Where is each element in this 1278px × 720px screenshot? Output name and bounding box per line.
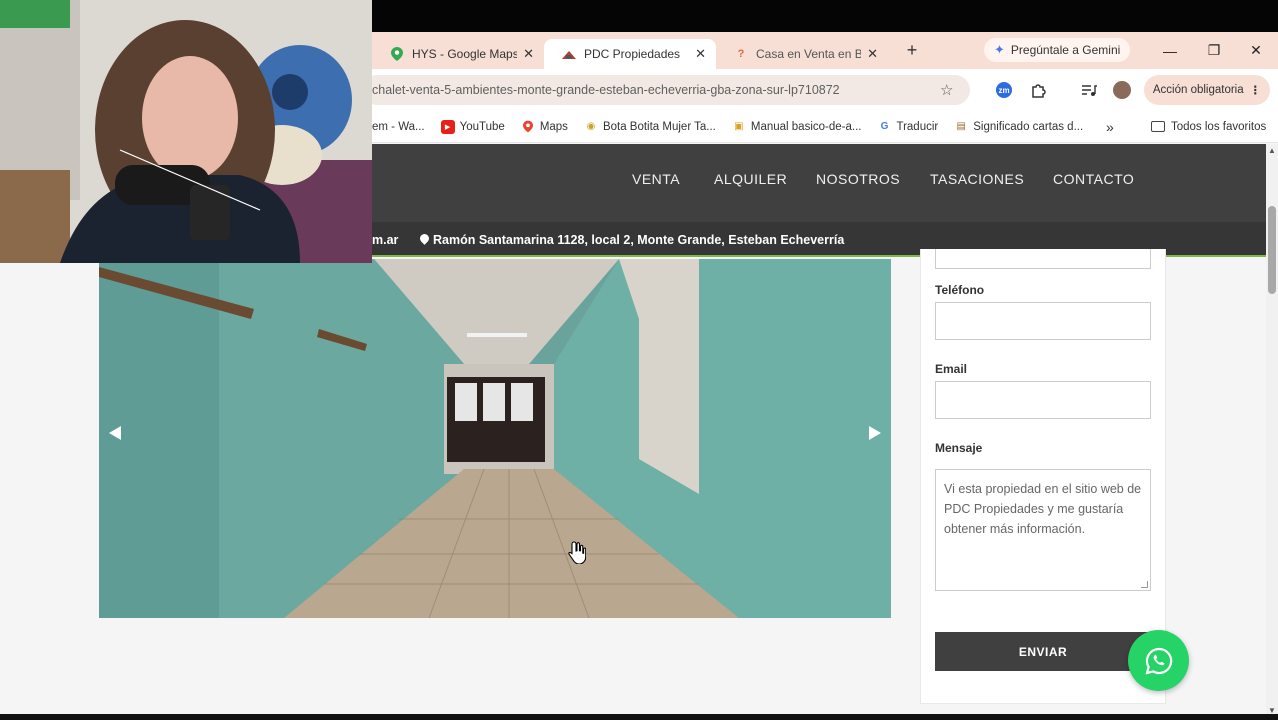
scroll-up-arrow-icon[interactable]: ▲ xyxy=(1268,146,1276,155)
webcam-overlay xyxy=(0,0,372,263)
page-content: Teléfono Email Mensaje Vi esta propiedad… xyxy=(0,249,1266,720)
phone-label: Teléfono xyxy=(935,283,985,297)
profile-avatar[interactable] xyxy=(1113,81,1131,99)
url-text: chalet-venta-5-ambientes-monte-grande-es… xyxy=(372,83,840,97)
slider-next-arrow-icon[interactable] xyxy=(869,426,881,440)
taskbar-strip xyxy=(0,714,1278,720)
tab-pdc-propiedades[interactable]: PDC Propiedades ✕ xyxy=(544,38,716,69)
bookmark-manual[interactable]: ▣ Manual basico-de-a... xyxy=(732,120,861,134)
tab-title: PDC Propiedades xyxy=(584,46,681,61)
name-field[interactable] xyxy=(935,249,1151,269)
pdc-icon xyxy=(562,47,576,61)
email-field[interactable] xyxy=(935,381,1151,419)
zoom-extension-icon[interactable]: zm xyxy=(996,82,1012,98)
google-maps-icon xyxy=(390,46,404,61)
slider-prev-arrow-icon[interactable] xyxy=(109,426,121,440)
gemini-label: Pregúntale a Gemini xyxy=(1010,43,1121,57)
phone-field[interactable] xyxy=(935,302,1151,340)
address-bar[interactable]: chalet-venta-5-ambientes-monte-grande-es… xyxy=(362,75,970,105)
property-photo xyxy=(99,259,891,618)
nav-contacto[interactable]: CONTACTO xyxy=(1053,171,1134,187)
property-photo-slider[interactable] xyxy=(99,259,891,618)
scroll-thumb[interactable] xyxy=(1268,206,1276,294)
bookmark-item[interactable]: em - Wa... xyxy=(372,121,425,133)
resize-handle-icon[interactable] xyxy=(1141,581,1148,588)
close-icon[interactable]: ✕ xyxy=(695,46,706,62)
screen: HYS - Google Maps ✕ PDC Propiedades ✕ ? … xyxy=(0,0,1278,720)
restore-icon[interactable]: ❐ xyxy=(1192,32,1236,69)
kebab-menu-icon: ⋮ xyxy=(1249,85,1262,97)
cards-icon: ▤ xyxy=(956,121,966,132)
bookmarks-bar: em - Wa... ▶ YouTube Maps ◉ Bota Botita Mu… xyxy=(372,111,1278,143)
message-textarea[interactable]: Vi esta propiedad en el sitio web de PDC… xyxy=(935,469,1151,591)
nav-venta[interactable]: VENTA xyxy=(632,171,680,187)
extensions-puzzle-icon[interactable] xyxy=(1028,80,1048,100)
nav-alquiler[interactable]: ALQUILER xyxy=(714,171,787,187)
contact-address: Ramón Santamarina 1128, local 2, Monte G… xyxy=(420,233,844,247)
bookmark-star-icon[interactable]: ☆ xyxy=(940,81,953,99)
window-close-icon[interactable]: ✕ xyxy=(1234,32,1278,69)
message-label: Mensaje xyxy=(935,441,983,455)
page-scrollbar[interactable]: ▲ ▼ xyxy=(1266,144,1278,720)
send-button[interactable]: ENVIAR xyxy=(935,632,1151,671)
nav-tasaciones[interactable]: TASACIONES xyxy=(930,171,1024,187)
youtube-icon: ▶ xyxy=(440,119,455,134)
browser-tab-bar: HYS - Google Maps ✕ PDC Propiedades ✕ ? … xyxy=(372,32,1278,69)
tab-casa-en-venta[interactable]: ? Casa en Venta en Ban ✕ xyxy=(716,39,888,69)
contact-form: Teléfono Email Mensaje Vi esta propiedad… xyxy=(920,249,1166,704)
gemini-sparkle-icon: ✦ xyxy=(994,42,1005,57)
close-icon[interactable]: ✕ xyxy=(867,46,878,62)
email-label: Email xyxy=(935,362,968,376)
media-queue-icon[interactable] xyxy=(1079,80,1099,100)
whatsapp-icon xyxy=(1144,647,1172,675)
bookmark-maps[interactable]: Maps xyxy=(521,120,568,134)
tab-google-maps[interactable]: HYS - Google Maps ✕ xyxy=(372,39,544,69)
bookmark-bota[interactable]: ◉ Bota Botita Mujer Ta... xyxy=(584,120,716,134)
tab-title: HYS - Google Maps xyxy=(412,46,518,61)
question-icon: ? xyxy=(737,47,745,60)
accion-obligatoria-button[interactable]: Acción obligatoria ⋮ xyxy=(1144,75,1270,105)
document-icon: ▣ xyxy=(734,121,744,132)
all-bookmarks-folder[interactable]: Todos los favoritos xyxy=(1151,121,1266,133)
map-marker-icon xyxy=(420,234,429,246)
accion-label: Acción obligatoria xyxy=(1152,84,1244,96)
bookmark-significado[interactable]: ▤ Significado cartas d... xyxy=(954,120,1083,134)
nav-nosotros[interactable]: NOSOTROS xyxy=(816,171,900,187)
bookmark-youtube[interactable]: ▶ YouTube xyxy=(440,119,505,134)
maps-pin-icon xyxy=(521,120,535,134)
whatsapp-button[interactable] xyxy=(1128,630,1189,691)
bookmark-traducir[interactable]: G Traducir xyxy=(877,120,939,134)
contact-email[interactable]: m.ar xyxy=(372,233,398,247)
webcam-feed xyxy=(0,0,372,263)
minimize-icon[interactable]: — xyxy=(1148,32,1192,69)
shop-icon: ◉ xyxy=(586,121,596,132)
tab-title: Casa en Venta en Ban xyxy=(756,46,862,61)
gemini-button[interactable]: ✦ Pregúntale a Gemini xyxy=(984,38,1131,62)
more-bookmarks-icon[interactable]: » xyxy=(1106,119,1114,135)
message-text: Vi esta propiedad en el sitio web de PDC… xyxy=(944,482,1142,536)
hand-cursor-icon xyxy=(568,541,586,564)
close-icon[interactable]: ✕ xyxy=(523,46,534,62)
translate-icon: G xyxy=(880,121,889,132)
new-tab-button[interactable]: + xyxy=(896,40,928,61)
folder-icon xyxy=(1151,121,1165,132)
address-bar-row: chalet-venta-5-ambientes-monte-grande-es… xyxy=(362,69,1278,111)
